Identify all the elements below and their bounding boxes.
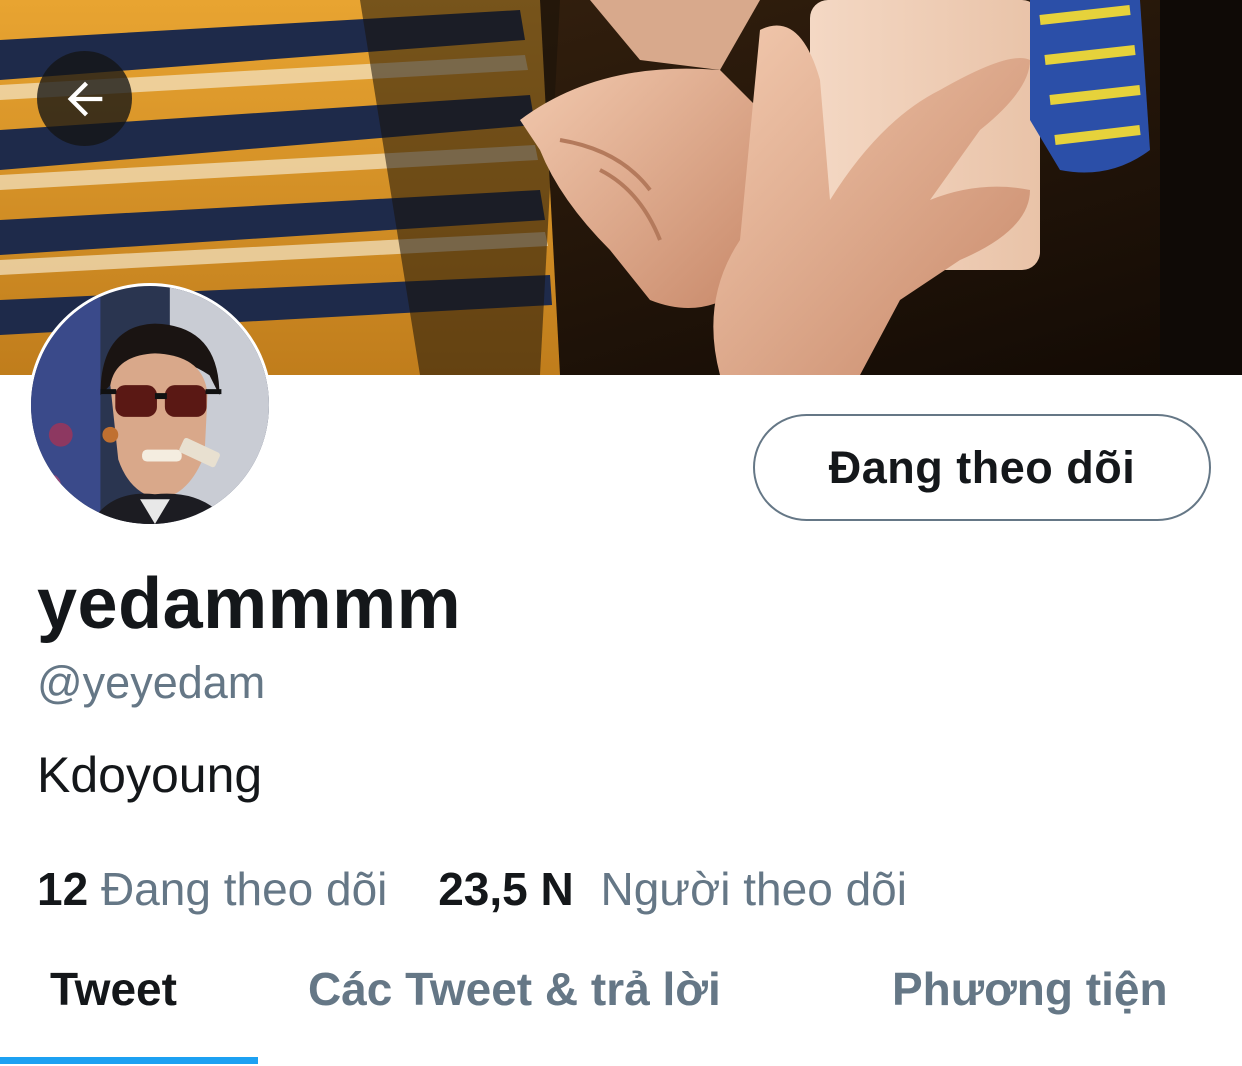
profile-page: Đang theo dõi yedammmm @yeyedam Kdoyoung… [0, 0, 1242, 1066]
followers-stat[interactable]: 23,5 N Người theo dõi [438, 866, 907, 912]
profile-bio: Kdoyoung [37, 747, 263, 803]
following-button[interactable]: Đang theo dõi [753, 414, 1211, 521]
active-tab-indicator [0, 1057, 258, 1064]
following-stat[interactable]: 12 Đang theo dõi [37, 866, 387, 912]
tab-tweets[interactable]: Tweet [50, 966, 177, 1012]
arrow-left-icon [67, 81, 102, 116]
user-handle: @yeyedam [37, 657, 266, 708]
followers-count: 23,5 N [438, 863, 574, 915]
followers-label: Người theo dõi [600, 863, 907, 915]
display-name: yedammmm [37, 564, 462, 644]
tab-media[interactable]: Phương tiện [892, 966, 1168, 1012]
tab-tweets-and-replies[interactable]: Các Tweet & trả lời [308, 966, 721, 1012]
back-button[interactable] [37, 51, 132, 146]
profile-tabs: Tweet Các Tweet & trả lời Phương tiện [0, 950, 1242, 1066]
following-count: 12 [37, 863, 89, 915]
profile-avatar[interactable] [28, 283, 272, 527]
following-label: Đang theo dõi [100, 863, 388, 915]
profile-stats: 12 Đang theo dõi 23,5 N Người theo dõi [37, 866, 907, 912]
